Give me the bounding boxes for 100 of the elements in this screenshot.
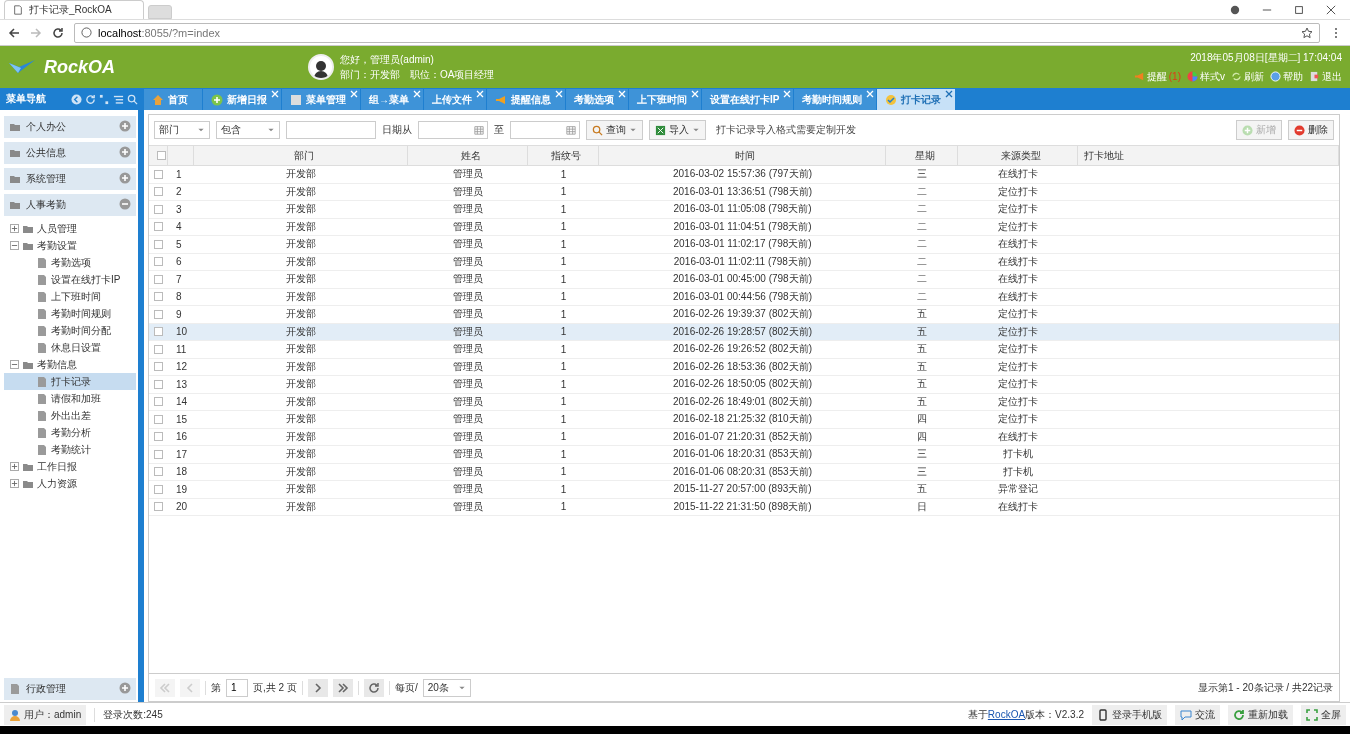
status-button[interactable]: 全屏 [1301, 704, 1346, 725]
rockoa-link[interactable]: RockOA [987, 708, 1026, 720]
row-checkbox[interactable] [154, 257, 163, 267]
table-row[interactable]: 3 开发部 管理员 1 2016-03-01 11:05:08 (798天前) 二 定位打卡 [149, 201, 1339, 219]
table-cell: 1 [560, 431, 567, 443]
sidebar-group[interactable]: 行政管理 [4, 678, 136, 700]
table-row[interactable]: 9 开发部 管理员 1 2016-02-26 19:39:37 (802天前) 五 定位打卡 [149, 306, 1339, 324]
column-header[interactable]: 指纹号 [551, 148, 581, 163]
tree-item[interactable]: 上下班时间 [4, 288, 136, 305]
row-checkbox[interactable] [154, 397, 163, 407]
tab-title: 打卡记录_RockOA [29, 3, 112, 17]
table-row[interactable]: 11 开发部 管理员 1 2016-02-26 19:26:52 (802天前) 五 定位打卡 [149, 341, 1339, 359]
column-header[interactable]: 姓名 [460, 148, 481, 163]
import-button[interactable]: 导入 [649, 120, 706, 140]
table-row[interactable]: 13 开发部 管理员 1 2016-02-26 18:50:05 (802天前) 五 定位打卡 [149, 376, 1339, 394]
row-checkbox[interactable] [154, 432, 163, 442]
row-checkbox[interactable] [154, 449, 163, 459]
status-button[interactable]: 登录手机版 [1092, 704, 1167, 725]
tab[interactable]: 打卡记录 [877, 89, 957, 110]
table-row[interactable]: 15 开发部 管理员 1 2016-02-18 21:25:32 (810天前) 四 定位打卡 [149, 411, 1339, 429]
row-checkbox[interactable] [154, 379, 163, 389]
tree-item[interactable]: 考勤信息 [4, 356, 136, 373]
search-button[interactable]: 查询 [586, 120, 643, 140]
status-button[interactable]: 交流 [1175, 704, 1220, 725]
tree-item[interactable]: 休息日设置 [4, 339, 136, 356]
url-text: localhost:8055/?m=index [98, 26, 220, 39]
row-checkbox[interactable] [154, 467, 163, 477]
document-icon [36, 375, 48, 388]
tree-item[interactable]: 考勤设置 [4, 237, 136, 254]
field-select[interactable]: 部门 [154, 121, 210, 139]
tree-item[interactable]: 人员管理 [4, 220, 136, 237]
close-icon [1326, 4, 1336, 15]
tree-item[interactable]: 工作日报 [4, 458, 136, 475]
row-checkbox[interactable] [154, 187, 163, 197]
row-checkbox[interactable] [154, 344, 163, 354]
double-chevron-left-icon [159, 681, 171, 694]
match-select[interactable]: 包含 [216, 121, 280, 139]
row-checkbox[interactable] [154, 502, 163, 512]
user-button[interactable]: 用户：admin [4, 704, 87, 725]
row-checkbox[interactable] [154, 414, 163, 424]
per-page-select[interactable]: 20条 [422, 678, 471, 697]
column-header[interactable]: 打卡地址 [1084, 148, 1124, 163]
tree-item[interactable]: 考勤选项 [4, 254, 136, 271]
tree-item[interactable]: 请假和加班 [4, 390, 136, 407]
last-page-button[interactable] [332, 678, 353, 697]
column-header[interactable]: 来源类型 [1000, 148, 1041, 163]
table-cell: 开发部 [286, 464, 316, 479]
sidebar-group[interactable]: 人事考勤 [4, 194, 136, 216]
next-page-button[interactable] [307, 678, 328, 697]
status-button[interactable]: 重新加载 [1228, 704, 1293, 725]
table-cell: 管理员 [453, 237, 483, 252]
row-checkbox[interactable] [154, 169, 163, 179]
row-checkbox[interactable] [154, 274, 163, 284]
table-cell: 五 [917, 394, 927, 409]
table-row[interactable]: 17 开发部 管理员 1 2016-01-06 18:20:31 (853天前) 三 打卡机 [149, 446, 1339, 464]
row-checkbox[interactable] [154, 222, 163, 232]
select-all-checkbox[interactable] [156, 151, 166, 160]
table-cell: 管理员 [453, 167, 483, 182]
row-checkbox[interactable] [154, 204, 163, 214]
tree-item[interactable]: 考勤分析 [4, 424, 136, 441]
tree-item[interactable]: 外出出差 [4, 407, 136, 424]
caret-icon [267, 126, 275, 134]
keyword-field[interactable] [286, 121, 376, 139]
row-checkbox[interactable] [154, 309, 163, 319]
delete-button[interactable]: 删除 [1288, 120, 1334, 140]
date-from-field[interactable] [418, 121, 488, 139]
row-checkbox[interactable] [154, 292, 163, 302]
tree-item[interactable]: 设置在线打卡IP [4, 271, 136, 288]
column-header[interactable]: 部门 [293, 148, 314, 163]
reload-button[interactable] [363, 678, 384, 697]
table-row[interactable]: 1 开发部 管理员 1 2016-03-02 15:57:36 (797天前) 三 在线打卡 [149, 166, 1339, 184]
column-header[interactable]: 时间 [735, 148, 755, 163]
tree-item[interactable]: 打卡记录 [4, 373, 136, 390]
tree-item[interactable]: 考勤时间规则 [4, 305, 136, 322]
tree-item[interactable]: 人力资源 [4, 475, 136, 492]
row-checkbox[interactable] [154, 484, 163, 494]
date-to-field[interactable] [510, 121, 580, 139]
back-icon [71, 93, 82, 105]
column-header[interactable]: 星期 [914, 148, 935, 163]
table-row[interactable]: 7 开发部 管理员 1 2016-03-01 00:45:00 (798天前) 二 在线打卡 [149, 271, 1339, 289]
table-cell: 1 [560, 501, 567, 513]
tree-item[interactable]: 考勤时间分配 [4, 322, 136, 339]
sidebar-group[interactable]: 个人办公 [4, 116, 136, 138]
row-checkbox[interactable] [154, 327, 163, 337]
address-bar[interactable]: localhost:8055/?m=index [74, 22, 1320, 43]
table-cell: 开发部 [286, 324, 316, 339]
tree-item[interactable]: 考勤统计 [4, 441, 136, 458]
new-tab-button[interactable] [148, 5, 172, 19]
page-field[interactable]: 1 [226, 678, 248, 697]
sidebar-group[interactable]: 系统管理 [4, 168, 136, 190]
table-row[interactable]: 19 开发部 管理员 1 2015-11-27 20:57:00 (893天前) 五 异常登记 [149, 481, 1339, 499]
table-cell: 开发部 [286, 377, 316, 392]
row-checkbox[interactable] [154, 362, 163, 372]
row-checkbox[interactable] [154, 239, 163, 249]
sidebar-group[interactable]: 公共信息 [4, 142, 136, 164]
close-icon [271, 90, 279, 98]
table-row[interactable]: 5 开发部 管理员 1 2016-03-01 11:02:17 (798天前) 二 在线打卡 [149, 236, 1339, 254]
department: 部门：开发部 [340, 67, 400, 82]
collapse-icon [11, 361, 18, 368]
browser-tab[interactable]: 打卡记录_RockOA [4, 0, 144, 19]
